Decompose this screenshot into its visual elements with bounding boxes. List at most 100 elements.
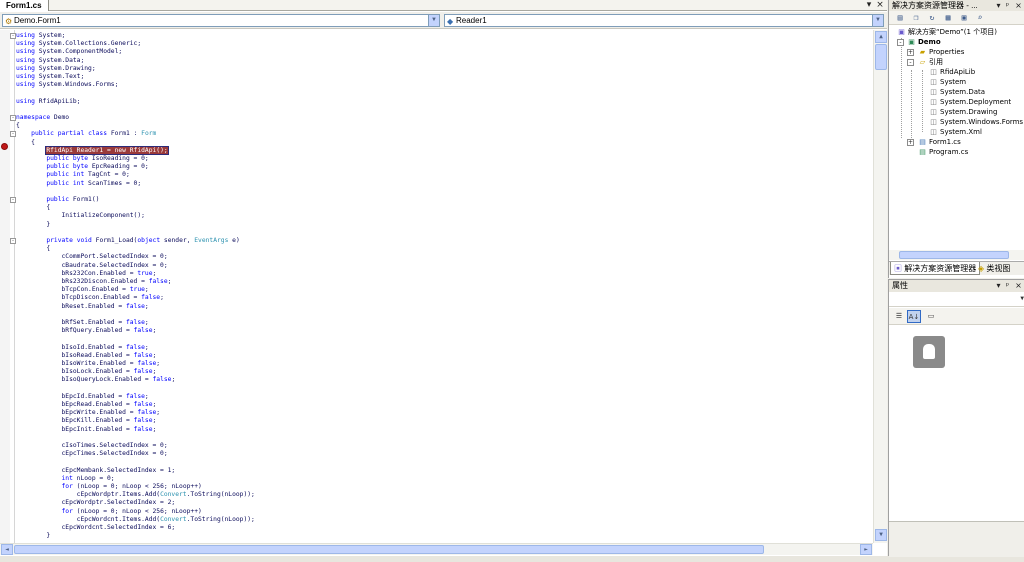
tree-references[interactable]: ▱ 引用 (918, 57, 943, 67)
expand-form-icon[interactable]: + (907, 139, 914, 146)
code-line[interactable]: } (16, 221, 50, 229)
code-line[interactable]: public int TagCnt = 0; (16, 171, 129, 179)
code-line[interactable]: bRs232Con.Enabled = true; (16, 270, 156, 278)
collapse-region-icon[interactable]: - (10, 33, 16, 39)
code-line[interactable]: bEpcInit.Enabled = false; (16, 426, 156, 434)
vertical-scroll-thumb[interactable] (875, 44, 887, 70)
collapse-region-icon[interactable]: - (10, 115, 16, 121)
code-line[interactable]: cCommPort.SelectedIndex = 0; (16, 253, 167, 261)
code-line[interactable]: bEpcWrite.Enabled = false; (16, 409, 160, 417)
code-line[interactable]: bEpcId.Enabled = false; (16, 393, 148, 401)
code-line[interactable]: cEpcTimes.SelectedIndex = 0; (16, 450, 167, 458)
pin-icon[interactable]: ᵖ (1003, 280, 1012, 292)
code-line[interactable]: cBaudrate.SelectedIndex = 0; (16, 262, 167, 270)
code-line[interactable]: public Form1() (16, 196, 99, 204)
code-line[interactable]: cEpcMembank.SelectedIndex = 1; (16, 467, 175, 475)
code-line[interactable]: using System.Data; (16, 57, 84, 65)
code-line[interactable]: public byte EpcReading = 0; (16, 163, 148, 171)
code-line[interactable]: using System; (16, 32, 65, 40)
object-selector[interactable]: ▼ (889, 293, 1024, 307)
tree-solution[interactable]: ▣ 解决方案“Demo”(1 个项目) (897, 27, 997, 37)
code-line[interactable]: cEpcWordcnt.SelectedIndex = 6; (16, 524, 175, 532)
tab-form1-cs[interactable]: Form1.cs (0, 0, 49, 11)
code-line[interactable]: { (16, 245, 50, 253)
tree-form1-cs[interactable]: ▤ Form1.cs (918, 137, 961, 147)
categorized-icon[interactable]: ☰ (892, 310, 906, 323)
code-line[interactable]: bIsoLock.Enabled = false; (16, 368, 156, 376)
code-line[interactable]: int nLoop = 0; (16, 475, 115, 483)
code-line[interactable]: using RfidApiLib; (16, 98, 80, 106)
code-line[interactable]: bIsoQueryLock.Enabled = false; (16, 376, 175, 384)
horizontal-scroll-thumb[interactable] (14, 545, 764, 554)
code-line[interactable]: bEpcKill.Enabled = false; (16, 417, 156, 425)
code-line[interactable]: bTcpCon.Enabled = true; (16, 286, 148, 294)
view-designer-icon[interactable]: ▣ (959, 13, 969, 23)
code-line[interactable]: { (16, 122, 20, 130)
tree-program-cs[interactable]: ▤ Program.cs (918, 147, 968, 157)
code-line[interactable]: bRfQuery.Enabled = false; (16, 327, 156, 335)
code-line[interactable]: bIsoWrite.Enabled = false; (16, 360, 160, 368)
code-line[interactable]: cEpcWordcnt.Items.Add(Convert.ToString(n… (16, 516, 255, 524)
member-combo[interactable]: ◆ Reader1 ▼ (444, 14, 884, 27)
code-line[interactable]: using System.Windows.Forms; (16, 81, 118, 89)
expand-properties-icon[interactable]: + (907, 49, 914, 56)
code-line[interactable]: bIsoId.Enabled = false; (16, 344, 148, 352)
tree-ref-item[interactable]: ◫ System.Deployment (929, 97, 1011, 107)
refresh-icon[interactable]: ↻ (927, 13, 937, 23)
tab-class-view[interactable]: ◈ 类视图 (975, 262, 1013, 275)
code-line[interactable]: RfidApi Reader1 = new RfidApi(); (16, 145, 169, 155)
code-line[interactable]: bTcpDiscon.Enabled = false; (16, 294, 163, 302)
tree-ref-item[interactable]: ◫ System.Data (929, 87, 985, 97)
tree-project-demo[interactable]: ▣ Demo (907, 37, 940, 47)
property-grid[interactable] (889, 326, 1024, 521)
code-line[interactable]: public byte IsoReading = 0; (16, 155, 148, 163)
properties-icon[interactable]: ▤ (895, 13, 905, 23)
alphabetical-icon[interactable]: A↓ (907, 310, 921, 323)
code-line[interactable]: for (nLoop = 0; nLoop < 256; nLoop++) (16, 483, 202, 491)
code-line[interactable]: public int ScanTimes = 0; (16, 180, 141, 188)
scroll-up-icon[interactable]: ▲ (875, 31, 887, 43)
collapse-project-icon[interactable]: - (897, 39, 904, 46)
property-pages-icon[interactable]: ▭ (924, 310, 938, 323)
tree-ref-item[interactable]: ◫ System (929, 77, 966, 87)
panel-menu-icon[interactable]: ▾ (994, 280, 1003, 292)
code-line[interactable]: using System.Drawing; (16, 65, 96, 73)
close-panel-icon[interactable]: × (1014, 0, 1023, 11)
code-line[interactable]: namespace Demo (16, 114, 69, 122)
tree-ref-item[interactable]: ◫ System.Drawing (929, 107, 997, 117)
vertical-scrollbar[interactable]: ▲ ▼ (873, 30, 887, 543)
solution-scroll-thumb[interactable] (899, 251, 1009, 259)
tree-ref-item[interactable]: ◫ RfidApiLib (929, 67, 975, 77)
tree-ref-item[interactable]: ◫ System.Xml (929, 127, 982, 137)
code-line[interactable]: bRs232Discon.Enabled = false; (16, 278, 171, 286)
code-text-area[interactable]: using System; - using System.Collections.G… (0, 30, 873, 543)
close-panel-icon[interactable]: × (1014, 280, 1023, 292)
close-document-icon[interactable]: × (875, 0, 885, 11)
code-line[interactable]: InitializeComponent(); (16, 212, 144, 220)
collapse-references-icon[interactable]: - (907, 59, 914, 66)
breakpoint-gutter[interactable] (0, 30, 10, 543)
code-line[interactable]: using System.Text; (16, 73, 84, 81)
tab-solution-explorer[interactable]: ▣ 解决方案资源管理器 (890, 262, 981, 275)
class-combo[interactable]: ⚙ Demo.Form1 ▼ (2, 14, 440, 27)
code-line[interactable]: using System.ComponentModel; (16, 48, 122, 56)
code-line[interactable]: cEpcWordptr.SelectedIndex = 2; (16, 499, 175, 507)
breakpoint-icon[interactable] (1, 143, 8, 150)
class-diagram-icon[interactable]: ⌕ (975, 13, 985, 23)
code-line[interactable]: cIsoTimes.SelectedIndex = 0; (16, 442, 167, 450)
code-line[interactable]: bReset.Enabled = false; (16, 303, 148, 311)
code-line[interactable]: private void Form1_Load(object sender, E… (16, 237, 239, 245)
collapse-region-icon[interactable]: - (10, 197, 16, 203)
code-line[interactable]: { (16, 139, 35, 147)
chevron-down-icon[interactable]: ▼ (872, 15, 883, 26)
tab-list-dropdown-icon[interactable]: ▾ (864, 0, 874, 11)
code-line[interactable]: for (nLoop = 0; nLoop < 256; nLoop++) (16, 508, 202, 516)
collapse-region-icon[interactable]: - (10, 131, 16, 138)
code-line[interactable]: { (16, 204, 50, 212)
code-line[interactable]: bIsoRead.Enabled = false; (16, 352, 156, 360)
code-line[interactable]: cEpcWordptr.Items.Add(Convert.ToString(n… (16, 491, 255, 499)
code-line[interactable]: bEpcRead.Enabled = false; (16, 401, 156, 409)
collapse-region-icon[interactable]: - (10, 238, 16, 244)
view-code-icon[interactable]: ▦ (943, 13, 953, 23)
scroll-right-icon[interactable]: ► (860, 544, 872, 555)
